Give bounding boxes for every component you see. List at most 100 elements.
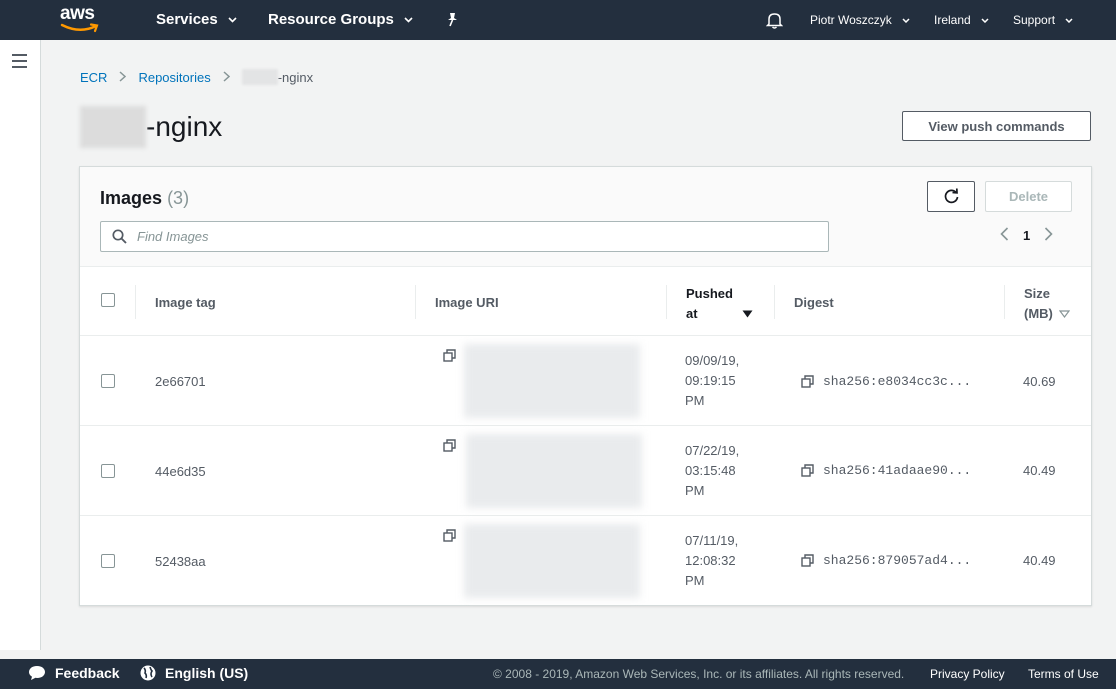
pagination: 1: [1000, 227, 1053, 244]
redacted-image-uri: [464, 524, 640, 598]
image-tag: 2e66701: [155, 374, 206, 389]
privacy-policy-link[interactable]: Privacy Policy: [930, 667, 1005, 681]
size: 40.49: [1023, 553, 1056, 568]
breadcrumb-current: -nginx: [241, 69, 314, 85]
region-label: Ireland: [934, 13, 971, 27]
images-count: (3): [167, 188, 190, 208]
hamburger-icon[interactable]: [12, 54, 27, 72]
images-title-label: Images: [100, 188, 163, 208]
language-label: English (US): [165, 665, 249, 681]
services-label: Services: [156, 11, 218, 28]
bell-icon[interactable]: [765, 11, 784, 34]
speech-bubble-icon: [29, 666, 45, 680]
breadcrumb-ecr[interactable]: ECR: [80, 70, 107, 85]
header-size-line1: Size: [1024, 286, 1051, 301]
caret-down-icon: [228, 16, 237, 23]
support-label: Support: [1013, 13, 1056, 27]
row-checkbox[interactable]: [101, 554, 115, 568]
images-panel-title: Images (3): [100, 188, 189, 209]
page-title: -nginx: [80, 106, 222, 148]
table-row[interactable]: 52438aa 07/11/19, 12:08:32 PM sha256:87905…: [80, 516, 1091, 606]
digest: sha256:879057ad4...: [823, 553, 972, 568]
aws-smile-logo: [60, 23, 99, 33]
pushed-at: 07/22/19, 03:15:48 PM: [685, 443, 740, 498]
row-checkbox[interactable]: [101, 374, 115, 388]
feedback-button[interactable]: Feedback: [28, 665, 120, 681]
caret-down-icon: [1065, 17, 1073, 23]
digest: sha256:41adaae90...: [823, 463, 972, 478]
support-menu[interactable]: Support: [1013, 13, 1073, 27]
row-checkbox[interactable]: [101, 464, 115, 478]
caret-down-icon: [981, 17, 989, 23]
copy-icon[interactable]: [801, 554, 814, 567]
chevron-right-icon[interactable]: [1044, 227, 1053, 244]
digest: sha256:e8034cc3c...: [823, 374, 972, 389]
sort-desc-icon: [742, 310, 753, 318]
header-image-tag[interactable]: Image tag: [155, 295, 216, 310]
chevron-right-icon: [223, 69, 230, 85]
sort-icon: [1058, 310, 1070, 318]
size: 40.69: [1023, 374, 1056, 389]
side-navigation: [0, 40, 41, 650]
redacted-text: [241, 69, 278, 85]
redacted-image-uri: [466, 434, 642, 508]
terms-of-use-link[interactable]: Terms of Use: [1028, 667, 1099, 681]
table-header: Image tag Image URI Pushed at Digest Siz…: [80, 267, 1091, 336]
header-digest[interactable]: Digest: [794, 295, 834, 310]
refresh-button[interactable]: [927, 181, 975, 212]
language-selector[interactable]: English (US): [140, 665, 248, 681]
header-pushed-at-line1: Pushed: [686, 286, 733, 301]
header-image-uri[interactable]: Image URI: [435, 295, 499, 310]
chevron-left-icon[interactable]: [1000, 227, 1009, 244]
user-account-menu[interactable]: Piotr Woszczyk: [810, 13, 910, 27]
resource-groups-label: Resource Groups: [268, 11, 394, 28]
image-tag: 44e6d35: [155, 464, 206, 479]
region-menu[interactable]: Ireland: [934, 13, 989, 27]
user-label: Piotr Woszczyk: [810, 13, 892, 27]
header-pushed-at[interactable]: Pushed at: [686, 284, 753, 324]
images-panel-header: Images (3) Delete 1: [80, 167, 1091, 267]
breadcrumb-repositories[interactable]: Repositories: [138, 70, 210, 85]
table-row[interactable]: 44e6d35 07/22/19, 03:15:48 PM sha256:41ada…: [80, 426, 1091, 516]
images-panel: Images (3) Delete 1 Image tag Image URI …: [79, 166, 1092, 606]
search-input[interactable]: [137, 229, 787, 244]
header-size[interactable]: Size (MB): [1024, 284, 1070, 324]
caret-down-icon: [902, 17, 910, 23]
aws-logo-text: aws: [60, 3, 95, 24]
copy-icon[interactable]: [801, 464, 814, 477]
search-icon: [112, 229, 127, 244]
top-navigation-bar: aws Services Resource Groups Piotr Woszc…: [0, 0, 1116, 40]
redacted-text: [80, 106, 146, 148]
resource-groups-menu[interactable]: Resource Groups: [268, 11, 413, 28]
delete-button[interactable]: Delete: [985, 181, 1072, 212]
feedback-label: Feedback: [55, 665, 120, 681]
copy-icon[interactable]: [443, 529, 456, 542]
current-page-number[interactable]: 1: [1023, 228, 1030, 243]
services-menu[interactable]: Services: [156, 11, 237, 28]
pin-icon[interactable]: [446, 12, 459, 32]
table-row[interactable]: 2e66701 09/09/19, 09:19:15 PM sha256:e8034…: [80, 336, 1091, 426]
globe-icon: [140, 665, 156, 681]
header-size-line2: (MB): [1024, 306, 1053, 321]
refresh-icon: [944, 188, 958, 204]
image-tag: 52438aa: [155, 554, 206, 569]
copy-icon[interactable]: [443, 439, 456, 452]
redacted-image-uri: [464, 344, 640, 418]
breadcrumb-current-suffix: -nginx: [277, 69, 314, 85]
copy-icon[interactable]: [801, 375, 814, 388]
footer: Feedback English (US) © 2008 - 2019, Ama…: [0, 659, 1116, 689]
view-push-commands-button[interactable]: View push commands: [902, 111, 1091, 141]
chevron-right-icon: [119, 69, 127, 85]
search-box: [100, 221, 829, 252]
pushed-at: 07/11/19, 12:08:32 PM: [685, 533, 739, 588]
caret-down-icon: [404, 16, 413, 23]
copy-icon[interactable]: [443, 349, 456, 362]
copyright-text: © 2008 - 2019, Amazon Web Services, Inc.…: [493, 667, 905, 681]
select-all-checkbox[interactable]: [101, 293, 115, 307]
pushed-at: 09/09/19, 09:19:15 PM: [685, 353, 740, 408]
aws-logo[interactable]: aws: [60, 4, 104, 36]
header-pushed-at-line2: at: [686, 306, 698, 321]
breadcrumb: ECR Repositories -nginx: [80, 69, 313, 85]
size: 40.49: [1023, 463, 1056, 478]
page-title-suffix: -nginx: [146, 111, 223, 142]
